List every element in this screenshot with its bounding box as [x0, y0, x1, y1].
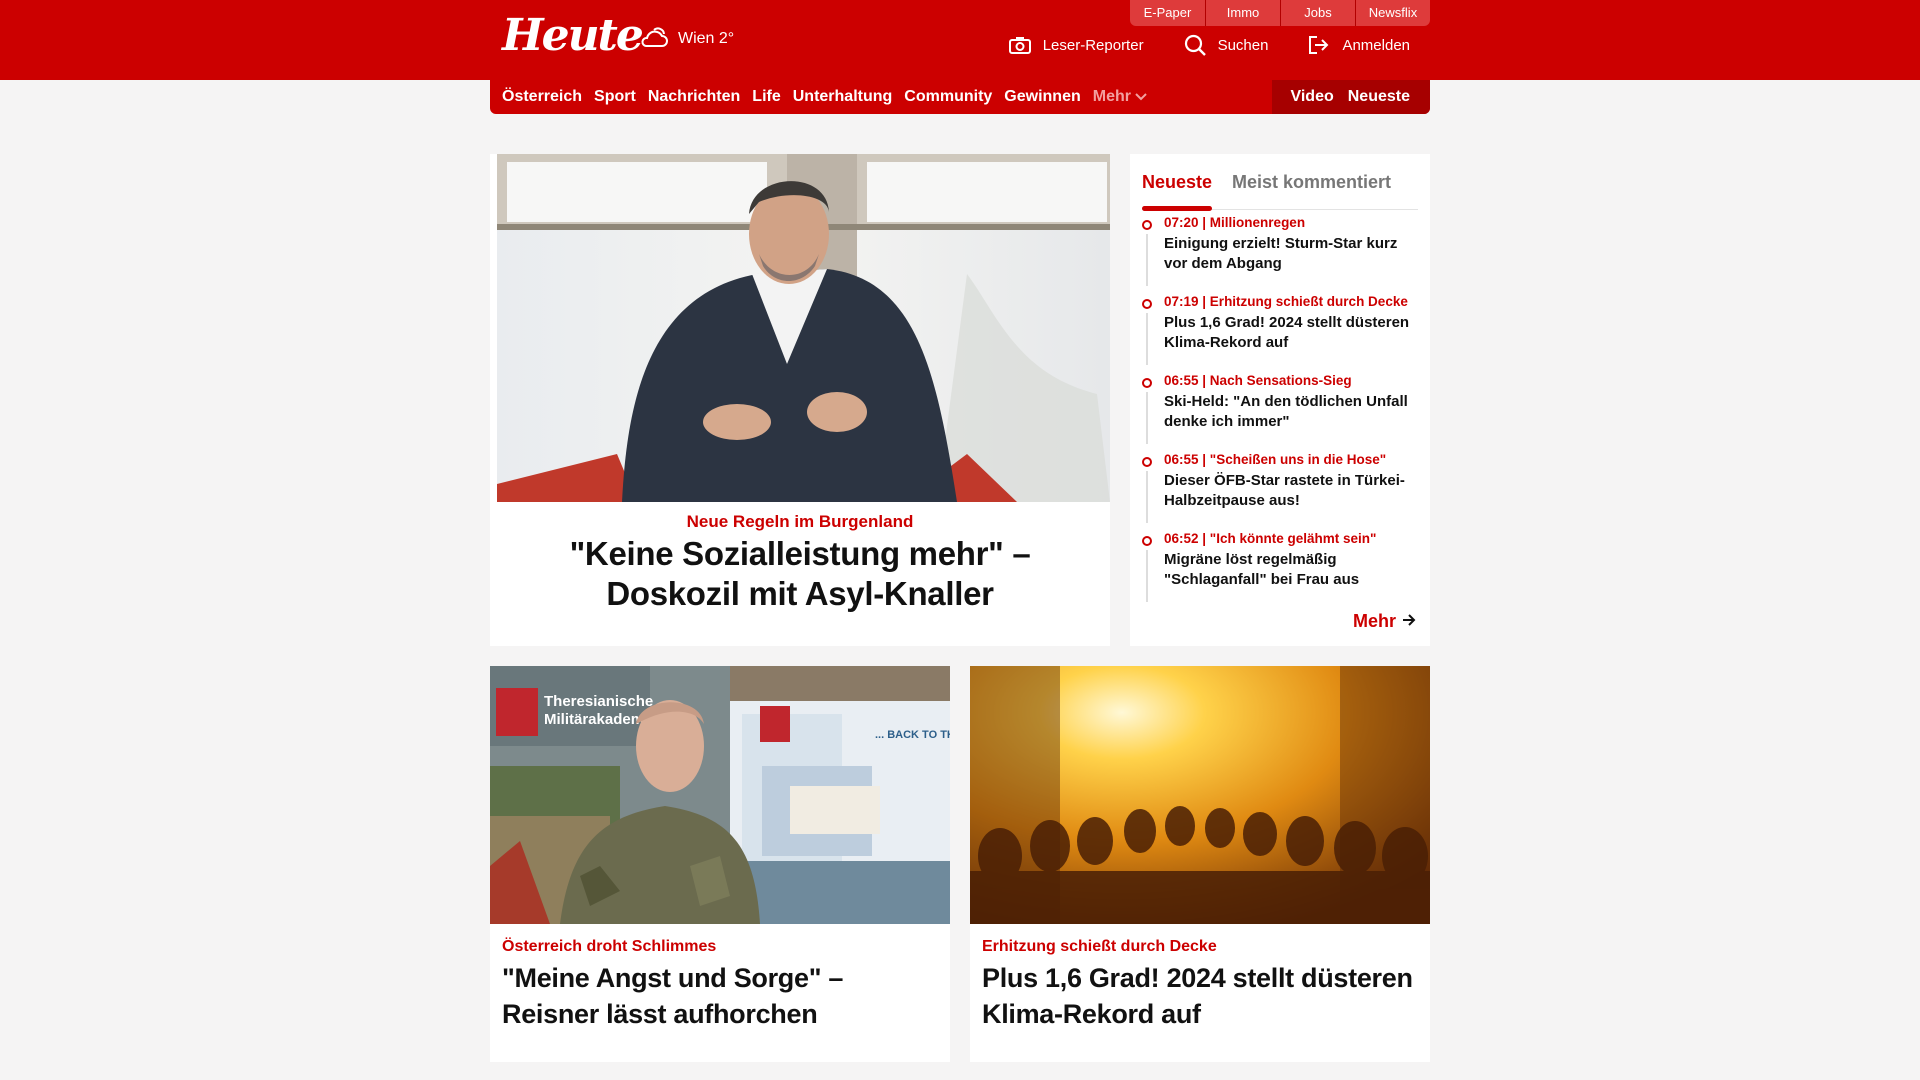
timeline-item[interactable]: 06:52 | "Ich könnte gelähmt sein" Migrän… [1142, 530, 1422, 609]
nav-item-nachrichten[interactable]: Nachrichten [648, 88, 740, 106]
timeline-title[interactable]: Ski-Held: "An den tödlichen Unfall denke… [1164, 392, 1422, 432]
nav-more-dropdown[interactable]: Mehr [1093, 88, 1147, 106]
login-icon [1308, 35, 1330, 55]
nav-item-sport[interactable]: Sport [594, 88, 636, 106]
timeline-dot [1142, 536, 1152, 546]
ext-link-immo[interactable]: Immo [1205, 0, 1280, 26]
hero-image [497, 154, 1110, 502]
timeline-line [1146, 471, 1148, 523]
nav-item-unterhaltung[interactable]: Unterhaltung [793, 88, 893, 106]
search-button[interactable]: Suchen [1184, 34, 1269, 56]
nav-item-oesterreich[interactable]: Österreich [502, 88, 582, 106]
nav-video[interactable]: Video [1290, 88, 1333, 106]
tab-neueste[interactable]: Neueste [1142, 172, 1212, 193]
timeline-dot [1142, 299, 1152, 309]
utility-links: Leser-Reporter Suchen Anmelden [1008, 34, 1410, 56]
tab-meist-kommentiert[interactable]: Meist kommentiert [1232, 172, 1391, 193]
timeline-title[interactable]: Migräne löst regelmäßig "Schlaganfall" b… [1164, 550, 1422, 590]
timeline-dot [1142, 220, 1152, 230]
weather-cloud-icon [638, 26, 670, 52]
news-sidebar: Neueste Meist kommentiert 07:20 | Millio… [1130, 154, 1430, 646]
image-text-3: ... BACK TO TH [875, 729, 950, 741]
article-card[interactable]: Theresianische Militärakademie ... BACK … [490, 666, 950, 1062]
timeline-meta: 07:19 | Erhitzung schießt durch Decke [1164, 294, 1408, 309]
nav-more-label: Mehr [1092, 88, 1131, 105]
weather-text: Wien 2° [678, 30, 735, 47]
timeline-dot [1142, 378, 1152, 388]
nav-item-community[interactable]: Community [904, 88, 992, 106]
card-kicker: Österreich droht Schlimmes [502, 938, 717, 955]
nav-right: Video Neueste [1272, 80, 1430, 114]
timeline-dot [1142, 457, 1152, 467]
nav-item-life[interactable]: Life [752, 88, 780, 106]
timeline-item[interactable]: 07:20 | Millionenregen Einigung erzielt!… [1142, 214, 1422, 293]
tab-active-indicator [1142, 206, 1212, 211]
sidebar-more-label: Mehr [1352, 611, 1396, 631]
timeline-line [1146, 313, 1148, 365]
timeline-line [1146, 234, 1148, 286]
ext-link-jobs[interactable]: Jobs [1280, 0, 1355, 26]
timeline-meta: 07:20 | Millionenregen [1164, 215, 1306, 230]
main-navigation: Österreich Sport Nachrichten Life Unterh… [490, 80, 1430, 114]
timeline-item[interactable]: 06:55 | Nach Sensations-Sieg Ski-Held: "… [1142, 372, 1422, 451]
heute-logo[interactable]: Heute [502, 12, 644, 60]
article-image-soldier: Theresianische Militärakademie ... BACK … [490, 666, 950, 924]
card-headline[interactable]: Plus 1,6 Grad! 2024 stellt düsteren Klim… [982, 960, 1422, 1032]
timeline-title[interactable]: Einigung erzielt! Sturm-Star kurz vor de… [1164, 234, 1422, 274]
sidebar-tabs: Neueste Meist kommentiert [1142, 164, 1418, 211]
hero-kicker: Neue Regeln im Burgenland [686, 512, 914, 531]
external-links: E-Paper Immo Jobs Newsflix [1130, 0, 1430, 26]
chevron-down-icon [1135, 88, 1147, 106]
login-button[interactable]: Anmelden [1308, 34, 1410, 56]
leser-reporter-button[interactable]: Leser-Reporter [1008, 34, 1144, 56]
nav-item-gewinnen[interactable]: Gewinnen [1004, 88, 1080, 106]
timeline-item[interactable]: 06:55 | "Scheißen uns in die Hose" Diese… [1142, 451, 1422, 530]
timeline-meta: 06:55 | Nach Sensations-Sieg [1164, 373, 1352, 388]
hero-article[interactable]: Neue Regeln im Burgenland "Keine Soziall… [490, 154, 1110, 646]
timeline-meta: 06:52 | "Ich könnte gelähmt sein" [1164, 531, 1377, 546]
timeline-item[interactable]: 07:19 | Erhitzung schießt durch Decke Pl… [1142, 293, 1422, 372]
sidebar-more-link[interactable]: Mehr [1353, 611, 1416, 632]
ext-link-epaper[interactable]: E-Paper [1130, 0, 1205, 26]
hero-headline[interactable]: "Keine Sozialleistung mehr" – Doskozil m… [500, 534, 1100, 614]
search-icon [1184, 34, 1206, 56]
timeline-line [1146, 392, 1148, 444]
timeline-line [1146, 550, 1148, 602]
card-kicker: Erhitzung schießt durch Decke [982, 938, 1217, 955]
card-headline[interactable]: "Meine Angst und Sorge" – Reisner lässt … [502, 960, 942, 1032]
ext-link-newsflix[interactable]: Newsflix [1355, 0, 1430, 26]
timeline-title[interactable]: Plus 1,6 Grad! 2024 stellt düsteren Klim… [1164, 313, 1422, 353]
header-inner: Heute Wien 2° E-Paper Immo Jobs Newsflix… [490, 0, 1430, 80]
timeline-meta: 06:55 | "Scheißen uns in die Hose" [1164, 452, 1387, 467]
timeline-title[interactable]: Dieser ÖFB-Star rastete in Türkei-Halbze… [1164, 471, 1422, 511]
image-text-1: Theresianische [544, 693, 653, 710]
nav-neueste[interactable]: Neueste [1348, 88, 1410, 106]
article-card[interactable]: Erhitzung schießt durch Decke Plus 1,6 G… [970, 666, 1430, 1062]
search-label: Suchen [1217, 36, 1269, 54]
article-image-heat-crowd [970, 666, 1430, 924]
camera-icon [1008, 36, 1031, 54]
news-timeline: 07:20 | Millionenregen Einigung erzielt!… [1142, 214, 1422, 609]
login-label: Anmelden [1342, 36, 1410, 54]
nav-items: Österreich Sport Nachrichten Life Unterh… [502, 80, 1147, 114]
leser-reporter-label: Leser-Reporter [1042, 36, 1144, 54]
weather-widget[interactable]: Wien 2° [638, 26, 734, 52]
arrow-right-icon [1402, 611, 1416, 632]
